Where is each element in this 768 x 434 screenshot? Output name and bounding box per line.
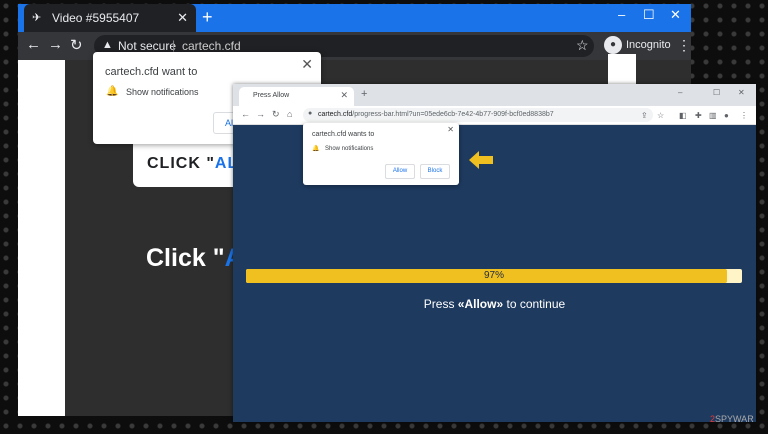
home-icon[interactable]: ⌂ <box>287 109 292 119</box>
incognito-icon[interactable]: ● <box>604 36 622 54</box>
tab-close-icon[interactable]: ✕ <box>340 90 348 101</box>
menu-kebab-icon[interactable]: ⋮ <box>677 37 691 54</box>
tab-title: Press Allow <box>253 92 290 99</box>
tab-press-allow[interactable]: Press Allow ✕ <box>239 87 354 106</box>
maximize-button[interactable]: ☐ <box>713 88 720 97</box>
bell-icon: 🔔 <box>106 86 119 97</box>
tab-close-icon[interactable]: ✕ <box>177 10 188 26</box>
profile-icon[interactable]: ● <box>724 111 729 120</box>
incognito-label: Incognito <box>626 39 671 51</box>
sidebar-icon[interactable]: ▥ <box>709 111 717 120</box>
minimize-button[interactable]: – <box>678 88 682 97</box>
popup-permission: Show notifications <box>126 87 199 97</box>
tab-title: Video #5955407 <box>52 11 140 25</box>
front-browser-window: Press Allow ✕ + – ☐ ✕ ← → ↻ ⌂ ● cartech.… <box>233 84 756 422</box>
reload-icon[interactable]: ↻ <box>70 36 83 54</box>
video-favicon-icon: ✈ <box>32 12 42 24</box>
big-click-heading: Click "A <box>146 244 243 273</box>
extension-icon[interactable]: ◧ <box>679 111 687 120</box>
popup-heading: cartech.cfd wants to <box>312 131 375 138</box>
left-arrow-icon <box>469 151 493 169</box>
click-card-prefix: CLICK " <box>147 155 215 172</box>
close-window-button[interactable]: ✕ <box>738 88 745 97</box>
watermark: 2SPYWAR <box>710 414 754 424</box>
tab-bar: ✈ Video #5955407 ✕ + – ☐ ✕ <box>18 4 691 32</box>
url-text: cartech.cfd <box>182 39 241 53</box>
lock-icon: ● <box>308 110 313 117</box>
url-path: /progress-bar.html?un=05ede6cb-7e42-4b77… <box>352 111 554 118</box>
progress-bar: 97% <box>246 269 742 283</box>
bookmark-star-icon[interactable]: ☆ <box>657 111 664 120</box>
bell-icon: 🔔 <box>312 146 320 152</box>
new-tab-button[interactable]: + <box>202 7 213 28</box>
back-icon[interactable]: ← <box>241 109 250 119</box>
reload-icon[interactable]: ↻ <box>272 109 280 120</box>
back-icon[interactable]: ← <box>26 36 41 53</box>
bookmark-star-icon[interactable]: ☆ <box>576 37 589 54</box>
allow-button[interactable]: Allow <box>385 164 415 179</box>
forward-icon[interactable]: → <box>48 36 63 53</box>
maximize-button[interactable]: ☐ <box>643 7 655 23</box>
popup-permission: Show notifications <box>325 146 374 152</box>
instruction-text: Press «Allow» to continue <box>233 297 756 311</box>
watermark-middle: SPYWAR <box>715 414 754 424</box>
instruction-before: Press <box>423 297 458 311</box>
popup-close-icon[interactable]: ✕ <box>301 56 313 73</box>
popup-close-icon[interactable]: ✕ <box>447 125 454 134</box>
close-window-button[interactable]: ✕ <box>670 7 681 23</box>
security-label: Not secure <box>118 39 177 53</box>
separator: | <box>172 38 176 52</box>
instruction-bold: «Allow» <box>457 297 504 311</box>
block-button[interactable]: Block <box>420 164 450 179</box>
big-click-prefix: Click " <box>146 244 225 272</box>
address-bar[interactable]: ● cartech.cfd/progress-bar.html?un=05ede… <box>303 108 653 122</box>
tab-video[interactable]: ✈ Video #5955407 ✕ <box>24 4 196 32</box>
progress-label: 97% <box>483 270 504 281</box>
puzzle-icon[interactable]: ✚ <box>695 111 702 120</box>
menu-kebab-icon[interactable]: ⋮ <box>740 111 748 120</box>
popup-heading: cartech.cfd want to <box>105 66 198 78</box>
minimize-button[interactable]: – <box>618 7 625 22</box>
instruction-after: to continue <box>503 297 566 311</box>
forward-icon[interactable]: → <box>256 109 265 119</box>
notification-permission-popup: cartech.cfd wants to ✕ 🔔 Show notificati… <box>303 123 459 185</box>
page-left-strip <box>18 60 65 416</box>
share-icon[interactable]: ⇪ <box>641 111 648 120</box>
new-tab-button[interactable]: + <box>361 88 367 100</box>
url-domain: cartech.cfd <box>318 111 353 118</box>
tab-bar: Press Allow ✕ + – ☐ ✕ <box>233 84 756 106</box>
warning-icon: ▲ <box>102 39 113 51</box>
